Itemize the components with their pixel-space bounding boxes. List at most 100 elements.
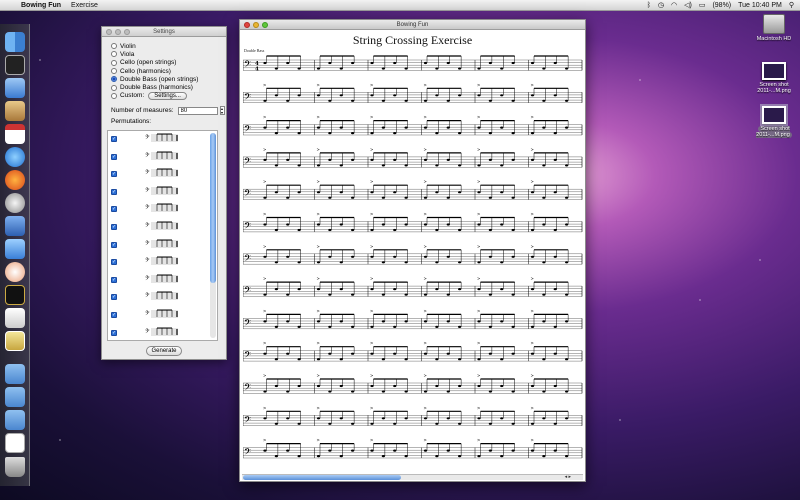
custom-settings-button[interactable]: Settings... (148, 91, 187, 100)
time-machine-icon[interactable]: ◷ (658, 1, 664, 9)
permutation-staff-preview: 𝄢 (145, 239, 178, 248)
itunes-icon[interactable] (5, 147, 25, 167)
clock-widget-icon[interactable] (5, 285, 25, 305)
measures-stepper[interactable]: ▴ ▾ (219, 106, 225, 116)
permutation-row[interactable]: ✓ 𝄢 (108, 325, 211, 340)
permutation-checkbox[interactable]: ✓ (111, 312, 117, 318)
radio-cello-harmonics[interactable]: Cello (harmonics) (111, 67, 226, 75)
quicktime-icon[interactable] (5, 193, 25, 213)
permutation-checkbox[interactable]: ✓ (111, 224, 117, 230)
accent-mark: > (424, 244, 427, 249)
accent-mark: > (477, 115, 480, 120)
score-sheet[interactable]: 𝄢44>>>>>>𝄢>>>>>>𝄢>>>>>>𝄢>>>>>>𝄢>>>>>>𝄢>>… (243, 54, 584, 472)
menu-exercise[interactable]: Exercise (71, 2, 98, 9)
permutation-checkbox[interactable]: ✓ (111, 171, 117, 178)
spotlight-icon[interactable]: ⚲ (789, 1, 794, 9)
scroll-arrows[interactable]: ◂ ▸ (565, 474, 571, 480)
measures-input[interactable] (177, 106, 218, 115)
permutation-checkbox[interactable]: ✓ (111, 294, 117, 301)
terminal-icon[interactable] (5, 55, 25, 75)
permutation-row[interactable]: ✓ 𝄢 (108, 307, 211, 325)
xcode-icon[interactable] (5, 216, 25, 236)
main-titlebar[interactable]: Bowing Fun (240, 20, 585, 30)
settings-title: Settings (153, 29, 175, 35)
bass-clef: 𝄢 (244, 221, 251, 234)
permutation-checkbox[interactable]: ✓ (111, 259, 117, 266)
radio-button[interactable] (111, 43, 117, 50)
zoom-button[interactable] (262, 22, 268, 28)
minimize-button[interactable] (253, 22, 259, 28)
accent-mark: > (263, 179, 266, 184)
app-store-icon[interactable] (5, 78, 25, 98)
permutation-row[interactable]: ✓ 𝄢 (108, 289, 211, 307)
document-stack-icon[interactable] (5, 433, 25, 453)
radio-button[interactable] (111, 92, 117, 99)
generate-button[interactable]: Generate (146, 346, 182, 356)
ical-icon[interactable] (5, 124, 25, 144)
accent-mark: > (263, 308, 266, 313)
radio-button-selected[interactable] (111, 76, 117, 83)
permutation-checkbox[interactable]: ✓ (111, 153, 117, 160)
radio-viola[interactable]: Viola (111, 50, 226, 58)
bowing-fun-window: Bowing Fun String Crossing Exercise Doub… (239, 19, 586, 482)
applications-folder-icon[interactable] (5, 387, 25, 407)
permutation-row[interactable]: ✓ 𝄢 (108, 184, 211, 202)
permutation-row[interactable]: ✓ 𝄢 (108, 166, 211, 184)
minimize-button[interactable] (115, 29, 121, 35)
horizontal-scrollbar[interactable]: ◂ ▸ (242, 474, 583, 480)
downloads-folder-icon[interactable] (5, 410, 25, 430)
accent-mark: > (317, 244, 320, 249)
permutation-checkbox[interactable]: ✓ (111, 206, 117, 213)
finder-icon[interactable] (5, 32, 25, 52)
address-book-icon[interactable] (5, 101, 25, 121)
preview-icon[interactable] (5, 308, 25, 328)
permutation-checkbox[interactable]: ✓ (111, 241, 117, 248)
radio-double-bass-harmonics[interactable]: Double Bass (harmonics) (111, 83, 226, 91)
trash-icon[interactable] (5, 457, 25, 477)
permutations-label: Permutations: (111, 118, 152, 126)
firefox-icon[interactable] (5, 170, 25, 190)
menu-bar: Bowing Fun Exercise ᛒ ◷ ◠ ◁) ▭ (98%) Tue… (0, 0, 800, 11)
wifi-icon[interactable]: ◠ (671, 1, 677, 9)
permutation-row[interactable]: ✓ 𝄢 (108, 149, 211, 167)
permutation-checkbox[interactable]: ✓ (111, 329, 117, 336)
volume-icon[interactable]: ◁) (684, 1, 692, 9)
scrollbar-thumb[interactable] (243, 475, 401, 480)
permutation-row[interactable]: ✓ 𝄢 (108, 272, 211, 290)
desktop-icon-screenshot-1[interactable]: Screen shot 2011-...M.png (752, 62, 796, 94)
bass-clef: 𝄢 (244, 156, 251, 169)
pages-icon[interactable] (5, 239, 25, 259)
permutation-checkbox[interactable]: ✓ (111, 188, 117, 195)
permutation-checkbox[interactable]: ✓ (111, 276, 117, 283)
radio-double-bass-open[interactable]: Double Bass (open strings) (111, 75, 226, 83)
garageband-icon[interactable] (5, 262, 25, 282)
radio-custom[interactable]: Custom: Settings... (111, 91, 226, 100)
radio-cello-open[interactable]: Cello (open strings) (111, 59, 226, 67)
bowing-fun-icon[interactable] (5, 331, 25, 351)
radio-button[interactable] (111, 68, 117, 75)
clock[interactable]: Tue 10:40 PM (738, 2, 782, 9)
permutations-list[interactable]: ✓ 𝄢 ✓ 𝄢 ✓ 𝄢 ✓ 𝄢 ✓ 𝄢 ✓ 𝄢 ✓ 𝄢 ✓ 𝄢 ✓ 𝄢 ✓ 𝄢 ✓ 𝄢 ✓ 𝄢 (107, 130, 218, 341)
app-menu[interactable]: Bowing Fun (21, 2, 61, 9)
zoom-button[interactable] (124, 29, 130, 35)
desktop-icon-hd[interactable]: Macintosh HD (752, 14, 796, 42)
settings-titlebar[interactable]: Settings (102, 27, 226, 37)
bluetooth-icon[interactable]: ᛒ (647, 2, 651, 9)
accent-mark: > (531, 115, 534, 120)
permutation-row[interactable]: ✓ 𝄢 (108, 201, 211, 219)
close-button[interactable] (244, 22, 250, 28)
folder-icon[interactable] (5, 364, 25, 384)
permutation-row[interactable]: ✓ 𝄢 (108, 254, 211, 272)
bass-clef: 𝄢 (244, 59, 251, 72)
permutation-row[interactable]: ✓ 𝄢 (108, 131, 211, 149)
permutation-row[interactable]: ✓ 𝄢 (108, 237, 211, 255)
radio-button[interactable] (111, 59, 117, 66)
radio-button[interactable] (111, 84, 117, 91)
desktop-icon-screenshot-2[interactable]: Screen shot 2011-...M.png (752, 104, 796, 138)
radio-violin[interactable]: Violin (111, 42, 226, 50)
battery-icon[interactable]: ▭ (699, 1, 706, 9)
permutation-checkbox[interactable]: ✓ (111, 136, 117, 142)
close-button[interactable] (106, 29, 112, 35)
radio-button[interactable] (111, 51, 117, 58)
permutation-row[interactable]: ✓ 𝄢 (108, 219, 211, 237)
